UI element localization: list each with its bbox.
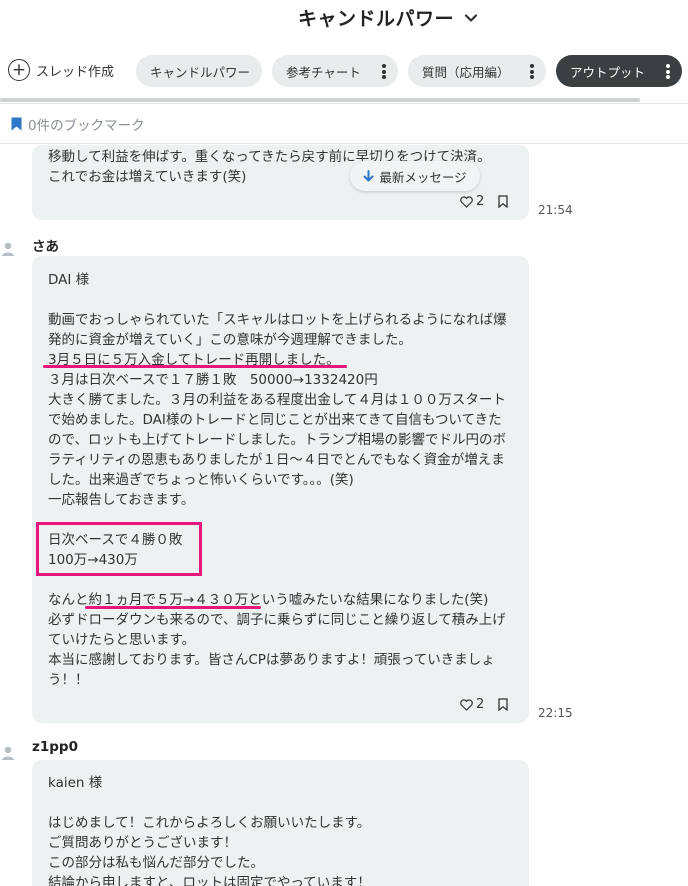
- tab-scrollbar[interactable]: [0, 98, 640, 102]
- bookmark-bar[interactable]: 0件のブックマーク: [0, 104, 688, 144]
- heart-icon: [460, 698, 473, 711]
- like-button[interactable]: 2: [460, 697, 484, 712]
- author-name[interactable]: z1pp0: [32, 739, 78, 755]
- bookmark-outline-icon[interactable]: [498, 195, 508, 208]
- channel-title: キャンドルパワー: [298, 8, 455, 30]
- message-text: kaien 様 はじめまして！これからよろしくお願いいたします。 ご質問ありがと…: [48, 775, 371, 886]
- message-text: DAI 様 動画でおっしゃられていた「スキャルはロットを上げられるようになれば爆…: [48, 272, 507, 688]
- tab-label: アウトプット: [570, 64, 646, 80]
- tab-reference-chart[interactable]: 参考チャート: [272, 55, 398, 87]
- user-avatar-icon[interactable]: [1, 746, 15, 760]
- tab-output[interactable]: アウトプット: [556, 55, 682, 87]
- highlight-box: [36, 522, 202, 576]
- highlight-underline: [43, 365, 347, 368]
- bookmark-icon: [11, 117, 22, 130]
- message-time: 22:15: [538, 706, 573, 720]
- arrow-down-icon: [363, 170, 374, 182]
- tab-label: 参考チャート: [286, 64, 361, 80]
- latest-message-label: 最新メッセージ: [379, 169, 467, 185]
- channel-title-dropdown[interactable]: キャンドルパワー: [298, 4, 478, 31]
- tab-candle-power[interactable]: キャンドルパワー: [136, 55, 262, 87]
- like-button[interactable]: 2: [460, 194, 484, 209]
- bookmark-count-label: 0件のブックマーク: [28, 117, 145, 134]
- tab-question-advanced[interactable]: 質問（応用編）: [408, 55, 546, 87]
- tab-label: 質問（応用編）: [422, 64, 510, 80]
- heart-icon: [460, 195, 473, 208]
- message-time: 21:54: [538, 203, 573, 217]
- highlight-underline: [85, 606, 261, 609]
- like-count: 2: [476, 697, 485, 712]
- plus-circle-icon: +: [8, 59, 30, 81]
- user-avatar-icon[interactable]: [1, 242, 15, 256]
- more-options-icon[interactable]: [530, 64, 534, 79]
- thread-tab-bar: + スレッド作成 キャンドルパワー 参考チャート 質問（応用編） アウトプット: [0, 52, 688, 90]
- author-name[interactable]: さあ: [32, 235, 59, 255]
- header: キャンドルパワー: [0, 0, 688, 34]
- like-count: 2: [476, 194, 485, 209]
- message-bubble: kaien 様 はじめまして！これからよろしくお願いいたします。 ご質問ありがと…: [32, 760, 529, 886]
- new-thread-label: スレッド作成: [36, 64, 115, 80]
- message-bubble: DAI 様 動画でおっしゃられていた「スキャルはロットを上げられるようになれば爆…: [32, 256, 529, 723]
- more-options-icon[interactable]: [666, 64, 670, 79]
- bookmark-outline-icon[interactable]: [498, 698, 508, 711]
- latest-message-button[interactable]: 最新メッセージ: [350, 161, 480, 191]
- new-thread-button[interactable]: + スレッド作成: [8, 59, 114, 81]
- chevron-down-icon: [464, 13, 478, 22]
- more-options-icon[interactable]: [382, 64, 386, 79]
- tab-label: キャンドルパワー: [150, 64, 251, 80]
